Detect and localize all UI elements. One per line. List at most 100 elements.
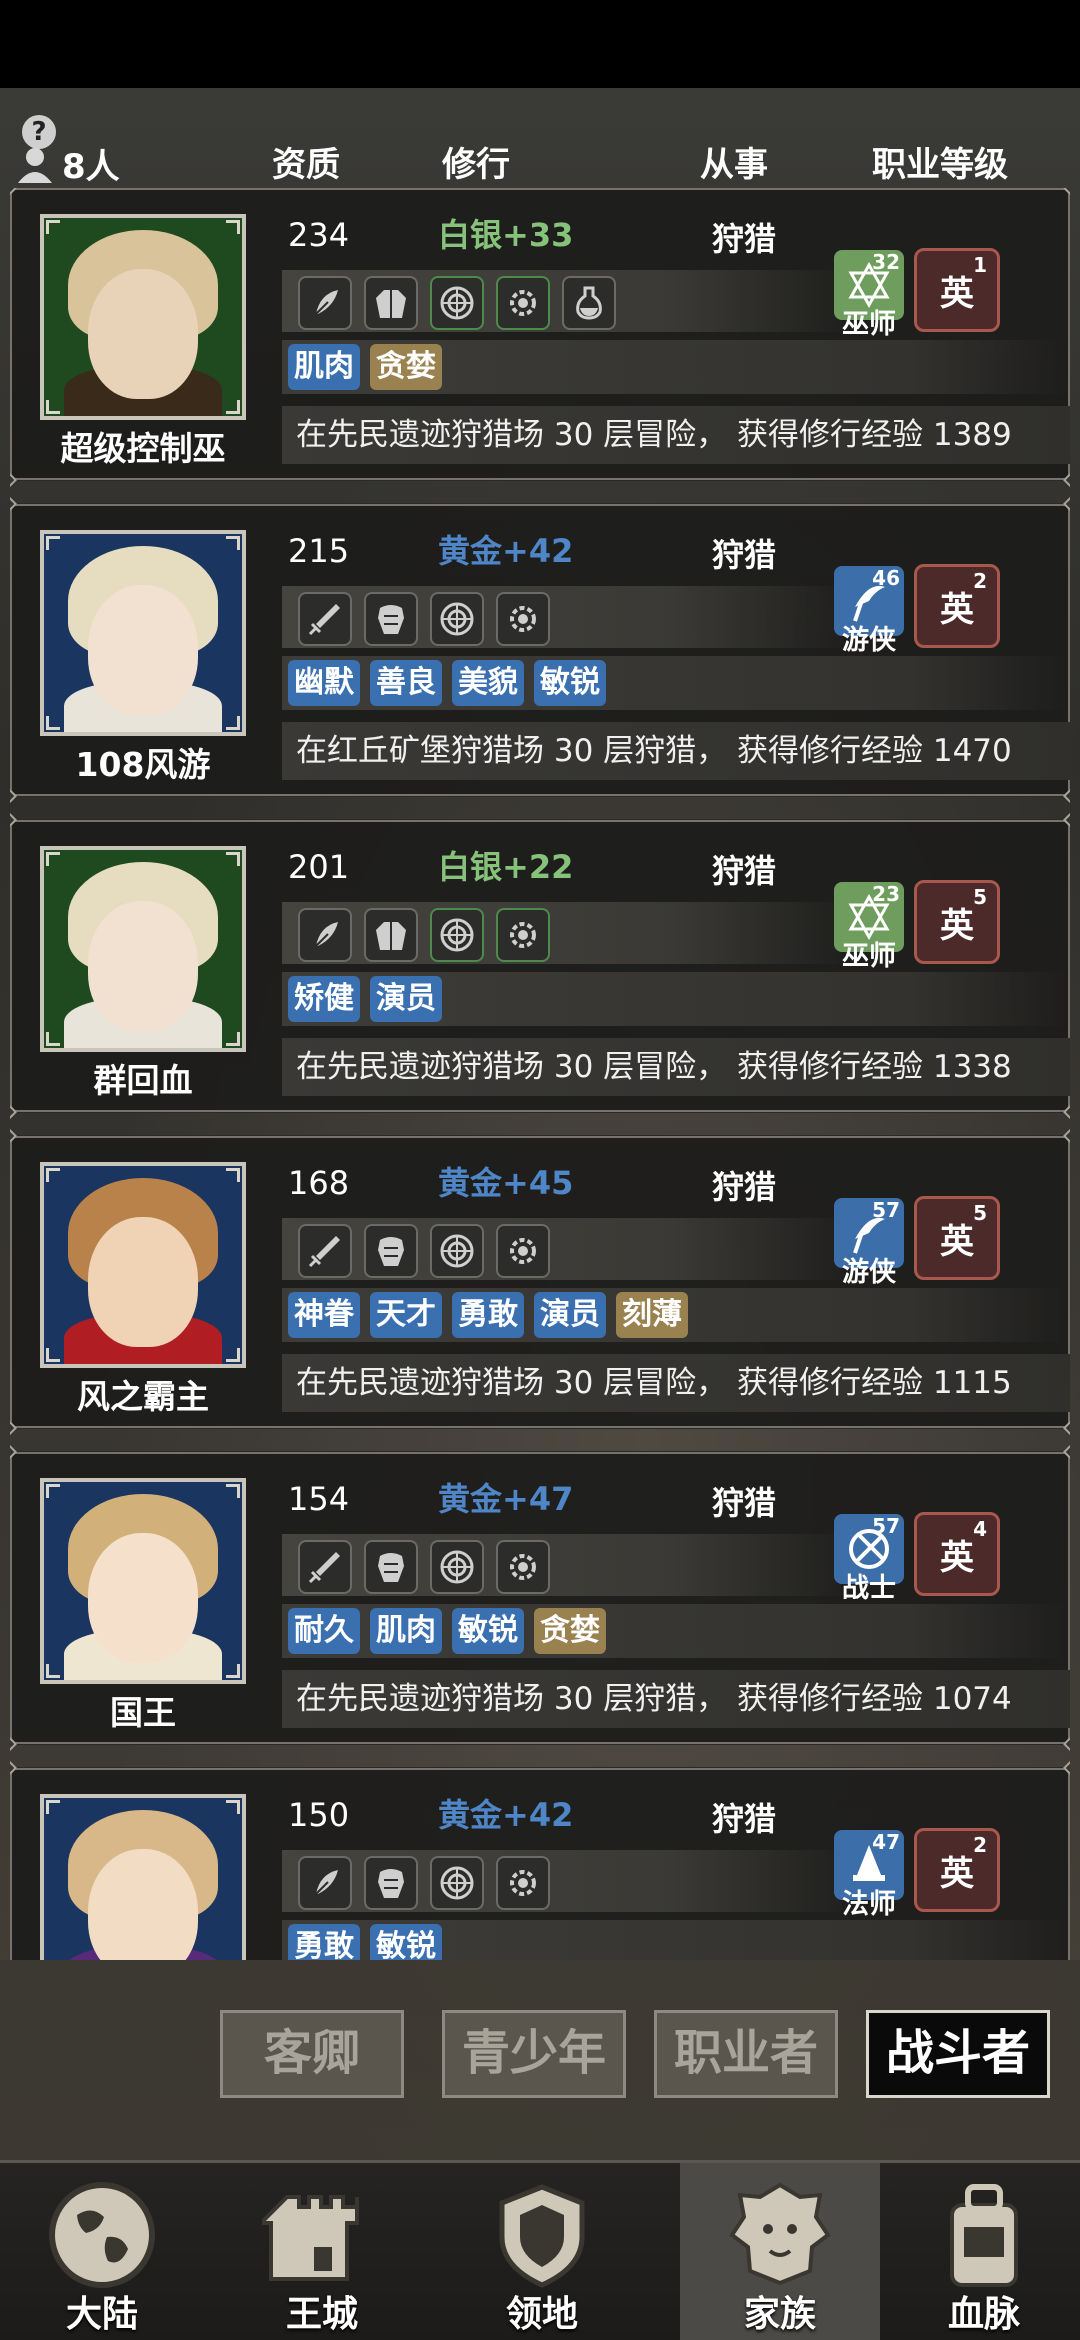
equip-slot[interactable]: [298, 1540, 352, 1594]
trait-tag[interactable]: 善良: [370, 660, 442, 706]
nav-continent[interactable]: 大陆: [2, 2163, 202, 2340]
class-badge[interactable]: 32 巫师: [834, 250, 904, 340]
equip-slot[interactable]: [430, 908, 484, 962]
trait-tag[interactable]: 演员: [370, 976, 442, 1022]
member-card[interactable]: 风之霸主 168 黄金+45 狩猎 57 游侠 5 英 神眷 天才 勇敢 演员 …: [10, 1128, 1070, 1436]
nav-label: 王城: [285, 2294, 358, 2335]
class-badge[interactable]: 57 战士: [834, 1514, 904, 1604]
member-card[interactable]: 150 黄金+42 狩猎 47 法师 2 英 勇敢 敏锐: [10, 1760, 1070, 1960]
trait-tag[interactable]: 天才: [370, 1292, 442, 1338]
class-badge[interactable]: 47 法师: [834, 1830, 904, 1920]
trait-tag[interactable]: 勇敢: [288, 1924, 360, 1960]
equip-slot[interactable]: [298, 592, 352, 646]
nav-family[interactable]: 家族: [680, 2163, 880, 2340]
member-job: 狩猎: [712, 1800, 777, 1838]
equip-slot[interactable]: [496, 276, 550, 330]
rank-badge[interactable]: 2 英: [914, 1828, 1000, 1912]
class-badge[interactable]: 57 游侠: [834, 1198, 904, 1288]
equip-slot[interactable]: [430, 276, 484, 330]
card-corner: [10, 788, 18, 804]
trait-tag[interactable]: 美貌: [452, 660, 524, 706]
equip-slot[interactable]: [430, 1224, 484, 1278]
armor-icon: [378, 1553, 404, 1582]
trait-tag[interactable]: 敏锐: [452, 1608, 524, 1654]
trait-tag[interactable]: 敏锐: [534, 660, 606, 706]
column-quality[interactable]: 资质: [272, 137, 340, 186]
member-card[interactable]: 超级控制巫 234 白银+33 狩猎 32 巫师 1 英 肌肉 贪婪 在先民遗迹…: [10, 188, 1070, 488]
equip-slot[interactable]: [364, 1856, 418, 1910]
equip-slot[interactable]: [496, 1856, 550, 1910]
avatar[interactable]: [40, 530, 246, 736]
nav-royal-city[interactable]: 王城: [222, 2163, 422, 2340]
equip-slot[interactable]: [496, 1540, 550, 1594]
trait-tag[interactable]: 耐久: [288, 1608, 360, 1654]
tab-professional[interactable]: 职业者: [654, 2010, 838, 2098]
equip-slot[interactable]: [430, 1540, 484, 1594]
tab-guest[interactable]: 客卿: [220, 2010, 404, 2098]
rank-badge[interactable]: 5 英: [914, 880, 1000, 964]
trait-tag[interactable]: 勇敢: [452, 1292, 524, 1338]
avatar[interactable]: [40, 214, 246, 420]
equip-slot[interactable]: [298, 908, 352, 962]
member-quality: 黄金+45: [438, 1164, 574, 1202]
frame-corner: [46, 1348, 60, 1362]
equip-slot[interactable]: [364, 908, 418, 962]
equip-slot[interactable]: [364, 592, 418, 646]
rank-badge[interactable]: 1 英: [914, 248, 1000, 332]
equip-slot[interactable]: [430, 592, 484, 646]
equip-slot[interactable]: [298, 1224, 352, 1278]
tab-fighter[interactable]: 战斗者: [866, 2010, 1050, 2098]
equip-slot[interactable]: [562, 276, 616, 330]
avatar-face: [88, 1849, 198, 1960]
rank-number: 2: [973, 569, 987, 593]
gear-icon: [510, 922, 536, 948]
equip-slot[interactable]: [298, 276, 352, 330]
gear-icon: [510, 1554, 536, 1580]
equip-slot[interactable]: [298, 1856, 352, 1910]
avatar[interactable]: [40, 1794, 246, 1960]
avatar[interactable]: [40, 1478, 246, 1684]
trait-tag[interactable]: 敏锐: [370, 1924, 442, 1960]
nav-label: 血脉: [947, 2294, 1020, 2335]
avatar[interactable]: [40, 846, 246, 1052]
column-cultivation[interactable]: 修行: [442, 137, 510, 186]
trait-tag[interactable]: 演员: [534, 1292, 606, 1338]
equip-slot[interactable]: [496, 1224, 550, 1278]
equip-slot[interactable]: [364, 1540, 418, 1594]
equip-slot[interactable]: [430, 1856, 484, 1910]
potion-icon: [576, 286, 602, 320]
trait-tag[interactable]: 幽默: [288, 660, 360, 706]
equip-slot[interactable]: [364, 276, 418, 330]
tab-youth[interactable]: 青少年: [442, 2010, 626, 2098]
trait-tag[interactable]: 矫健: [288, 976, 360, 1022]
frame-corner: [46, 1484, 60, 1498]
member-job: 狩猎: [712, 852, 777, 890]
rank-badge[interactable]: 4 英: [914, 1512, 1000, 1596]
member-quality: 黄金+42: [438, 532, 574, 570]
column-job-level[interactable]: 职业等级: [872, 137, 1008, 186]
nav-territory[interactable]: 领地: [442, 2163, 642, 2340]
member-card[interactable]: 群回血 201 白银+22 狩猎 23 巫师 5 英 矫健 演员 在先民遗迹狩猎…: [10, 812, 1070, 1120]
trait-tag[interactable]: 神眷: [288, 1292, 360, 1338]
column-engaged[interactable]: 从事: [700, 137, 768, 186]
rank-badge[interactable]: 2 英: [914, 564, 1000, 648]
member-card[interactable]: 国王 154 黄金+47 狩猎 57 战士 4 英 耐久 肌肉 敏锐 贪婪 在先…: [10, 1444, 1070, 1752]
equip-slot[interactable]: [364, 1224, 418, 1278]
equip-slot[interactable]: [496, 592, 550, 646]
member-level: 201: [288, 848, 350, 886]
rank-badge[interactable]: 5 英: [914, 1196, 1000, 1280]
class-badge[interactable]: 46 游侠: [834, 566, 904, 656]
trait-tag[interactable]: 肌肉: [288, 344, 360, 390]
nav-bloodline[interactable]: 血脉: [884, 2163, 1080, 2340]
trait-tag[interactable]: 贪婪: [370, 344, 442, 390]
class-badge[interactable]: 23 巫师: [834, 882, 904, 972]
trait-tag[interactable]: 肌肉: [370, 1608, 442, 1654]
member-card[interactable]: 108风游 215 黄金+42 狩猎 46 游侠 2 英 幽默 善良 美貌 敏锐…: [10, 496, 1070, 804]
trait-tag[interactable]: 刻薄: [616, 1292, 688, 1338]
equip-slot[interactable]: [496, 908, 550, 962]
member-list[interactable]: 超级控制巫 234 白银+33 狩猎 32 巫师 1 英 肌肉 贪婪 在先民遗迹…: [10, 188, 1070, 1960]
avatar[interactable]: [40, 1162, 246, 1368]
trait-tag[interactable]: 贪婪: [534, 1608, 606, 1654]
frame-corner: [46, 400, 60, 414]
rank-number: 5: [973, 1201, 987, 1225]
